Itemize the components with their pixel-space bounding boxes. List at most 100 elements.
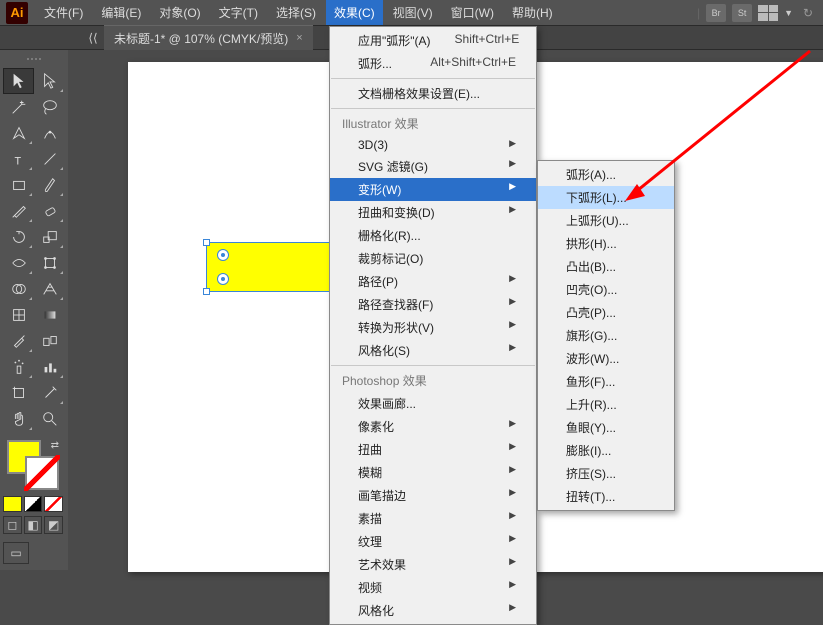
- illustrator-effect-item[interactable]: 裁剪标记(O): [330, 247, 536, 270]
- magic-wand-tool[interactable]: [3, 94, 34, 120]
- menu-window[interactable]: 窗口(W): [443, 0, 502, 25]
- document-tab[interactable]: 未标题-1* @ 107% (CMYK/预览) ×: [104, 25, 313, 51]
- draw-behind-icon[interactable]: ◧: [24, 516, 43, 534]
- stroke-swatch[interactable]: [25, 456, 59, 490]
- curvature-tool[interactable]: [34, 120, 65, 146]
- warp-option[interactable]: 旗形(G)...: [538, 324, 674, 347]
- illustrator-effect-item[interactable]: 变形(W)▶: [330, 178, 536, 201]
- panel-grip[interactable]: [3, 58, 65, 66]
- free-transform-tool[interactable]: [34, 250, 65, 276]
- pen-tool[interactable]: [3, 120, 34, 146]
- line-tool[interactable]: [34, 146, 65, 172]
- perspective-grid-tool[interactable]: [34, 276, 65, 302]
- warp-option[interactable]: 上升(R)...: [538, 393, 674, 416]
- warp-option[interactable]: 扭转(T)...: [538, 485, 674, 508]
- slice-tool[interactable]: [34, 380, 65, 406]
- rotation-handle[interactable]: [217, 249, 229, 261]
- lasso-tool[interactable]: [34, 94, 65, 120]
- warp-option[interactable]: 凸出(B)...: [538, 255, 674, 278]
- illustrator-effect-item[interactable]: 转换为形状(V)▶: [330, 316, 536, 339]
- menu-doc-raster-settings[interactable]: 文档栅格效果设置(E)...: [330, 82, 536, 105]
- rotate-tool[interactable]: [3, 224, 34, 250]
- warp-option[interactable]: 凸壳(P)...: [538, 301, 674, 324]
- warp-option[interactable]: 波形(W)...: [538, 347, 674, 370]
- type-tool[interactable]: T: [3, 146, 34, 172]
- draw-inside-icon[interactable]: ◩: [44, 516, 63, 534]
- photoshop-effect-item[interactable]: 扭曲▶: [330, 438, 536, 461]
- color-chip[interactable]: [3, 496, 22, 512]
- stock-icon[interactable]: St: [732, 4, 752, 22]
- menu-view[interactable]: 视图(V): [385, 0, 441, 25]
- selection-tool[interactable]: [3, 68, 34, 94]
- eraser-tool[interactable]: [34, 198, 65, 224]
- shaper-tool[interactable]: [3, 198, 34, 224]
- illustrator-effect-item[interactable]: 路径(P)▶: [330, 270, 536, 293]
- photoshop-effect-item[interactable]: 效果画廊...: [330, 392, 536, 415]
- menu-edit[interactable]: 编辑(E): [93, 0, 149, 25]
- illustrator-effect-item[interactable]: 风格化(S)▶: [330, 339, 536, 362]
- shape-builder-tool[interactable]: [3, 276, 34, 302]
- mesh-tool[interactable]: [3, 302, 34, 328]
- photoshop-effect-item[interactable]: 像素化▶: [330, 415, 536, 438]
- warp-option[interactable]: 鱼形(F)...: [538, 370, 674, 393]
- swap-fill-stroke-icon[interactable]: ⇄: [51, 440, 59, 451]
- illustrator-effect-item[interactable]: 路径查找器(F)▶: [330, 293, 536, 316]
- warp-option[interactable]: 挤压(S)...: [538, 462, 674, 485]
- warp-option[interactable]: 拱形(H)...: [538, 232, 674, 255]
- column-graph-tool[interactable]: [34, 354, 65, 380]
- photoshop-effect-item[interactable]: 素描▶: [330, 507, 536, 530]
- illustrator-effect-item[interactable]: 扭曲和变换(D)▶: [330, 201, 536, 224]
- selection-handle[interactable]: [203, 288, 210, 295]
- panel-toggle-icon[interactable]: ⟨⟨: [82, 31, 104, 45]
- screen-mode-icon[interactable]: ▭: [3, 542, 29, 564]
- menu-type[interactable]: 文字(T): [211, 0, 266, 25]
- menubar: Ai 文件(F) 编辑(E) 对象(O) 文字(T) 选择(S) 效果(C) 视…: [0, 0, 823, 26]
- draw-normal-icon[interactable]: ◻: [3, 516, 22, 534]
- rotation-handle[interactable]: [217, 273, 229, 285]
- fill-stroke-swatch[interactable]: ⇄: [3, 438, 63, 492]
- direct-selection-tool[interactable]: [34, 68, 65, 94]
- selection-handle[interactable]: [203, 239, 210, 246]
- gradient-tool[interactable]: [34, 302, 65, 328]
- rectangle-tool[interactable]: [3, 172, 34, 198]
- hand-tool[interactable]: [3, 406, 34, 432]
- scale-tool[interactable]: [34, 224, 65, 250]
- menu-last-effect[interactable]: 弧形...Alt+Shift+Ctrl+E: [330, 52, 536, 75]
- photoshop-effect-item[interactable]: 模糊▶: [330, 461, 536, 484]
- menu-object[interactable]: 对象(O): [151, 0, 208, 25]
- illustrator-effect-item[interactable]: 栅格化(R)...: [330, 224, 536, 247]
- warp-option[interactable]: 上弧形(U)...: [538, 209, 674, 232]
- sync-icon[interactable]: ↻: [799, 5, 817, 21]
- arrange-docs-icon[interactable]: [758, 5, 778, 21]
- symbol-sprayer-tool[interactable]: [3, 354, 34, 380]
- illustrator-effect-item[interactable]: SVG 滤镜(G)▶: [330, 155, 536, 178]
- gradient-chip[interactable]: [24, 496, 43, 512]
- blend-tool[interactable]: [34, 328, 65, 354]
- zoom-tool[interactable]: [34, 406, 65, 432]
- warp-option[interactable]: 凹壳(O)...: [538, 278, 674, 301]
- photoshop-effect-item[interactable]: 风格化▶: [330, 599, 536, 622]
- artboard-tool[interactable]: [3, 380, 34, 406]
- photoshop-effect-item[interactable]: 画笔描边▶: [330, 484, 536, 507]
- width-tool[interactable]: [3, 250, 34, 276]
- menu-select[interactable]: 选择(S): [268, 0, 324, 25]
- eyedropper-tool[interactable]: [3, 328, 34, 354]
- selected-rectangle[interactable]: [206, 242, 336, 292]
- none-chip[interactable]: [44, 496, 63, 512]
- warp-option[interactable]: 下弧形(L)...: [538, 186, 674, 209]
- warp-option[interactable]: 鱼眼(Y)...: [538, 416, 674, 439]
- tab-close-button[interactable]: ×: [296, 32, 302, 44]
- photoshop-effect-item[interactable]: 视频▶: [330, 576, 536, 599]
- menu-help[interactable]: 帮助(H): [504, 0, 561, 25]
- illustrator-effect-item[interactable]: 3D(3)▶: [330, 135, 536, 155]
- paintbrush-tool[interactable]: [34, 172, 65, 198]
- photoshop-effect-item[interactable]: 纹理▶: [330, 530, 536, 553]
- dropdown-caret-icon: ▼: [784, 8, 793, 18]
- menu-effect[interactable]: 效果(C): [326, 0, 383, 25]
- menu-file[interactable]: 文件(F): [36, 0, 91, 25]
- warp-option[interactable]: 膨胀(I)...: [538, 439, 674, 462]
- bridge-icon[interactable]: Br: [706, 4, 726, 22]
- warp-option[interactable]: 弧形(A)...: [538, 163, 674, 186]
- photoshop-effect-item[interactable]: 艺术效果▶: [330, 553, 536, 576]
- menu-apply-last-effect[interactable]: 应用"弧形"(A)Shift+Ctrl+E: [330, 29, 536, 52]
